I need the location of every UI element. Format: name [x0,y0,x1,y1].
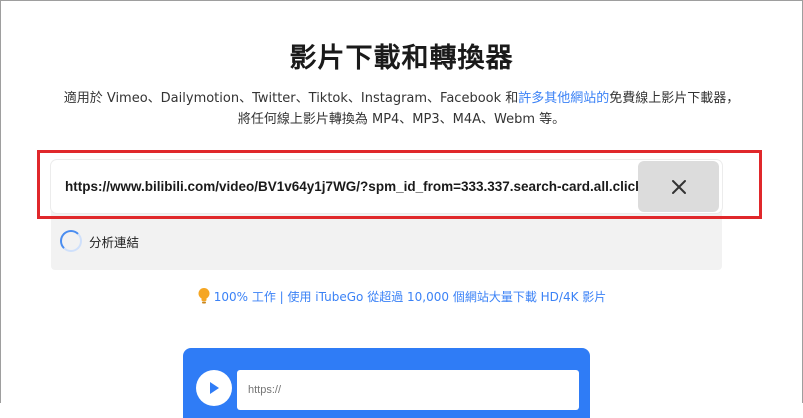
info-line[interactable]: 100% 工作 | 使用 iTubeGo 從超過 10,000 個網站大量下載 … [0,287,803,305]
status-text: 分析連結 [89,234,140,250]
page-title: 影片下載和轉換器 [289,43,514,74]
play-icon[interactable] [196,370,232,406]
subtitle-text-start: 適用於 Vimeo、Dailymotion、Twitter、Tiktok、Ins… [63,91,519,106]
highlight-frame [37,150,762,219]
analysis-status: 分析連結 [60,229,139,253]
spinner-icon [60,230,82,252]
play-glyph [210,382,219,394]
lightbulb-icon [198,288,210,304]
promo-url-input[interactable] [237,370,579,410]
info-text: 100% 工作 | 使用 iTubeGo 從超過 10,000 個網站大量下載 … [213,289,607,304]
page-subtitle: 適用於 Vimeo、Dailymotion、Twitter、Tiktok、Ins… [60,88,743,130]
promo-card [183,348,590,418]
other-sites-link[interactable]: 許多其他網站的 [518,91,609,106]
